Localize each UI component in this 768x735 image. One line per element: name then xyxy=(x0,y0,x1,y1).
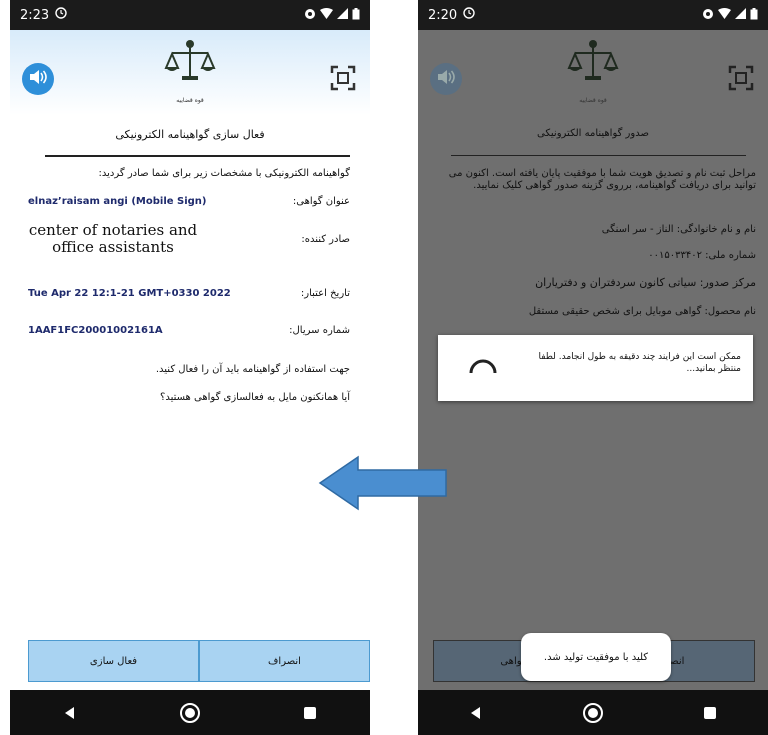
action-buttons: فعال سازی انصراف xyxy=(28,640,370,682)
left-phone-screen: 2:23 قوه قضاییه فعال سازی گواهینامه الکت… xyxy=(10,0,370,735)
clock-icon xyxy=(55,7,67,23)
field-label: شماره سریال: xyxy=(289,325,350,336)
home-icon[interactable] xyxy=(176,699,204,727)
field-label: تاریخ اعتبار: xyxy=(300,288,350,299)
field-row-validity-date: Tue Apr 22 12:1-21 GMT+0330 2022 تاریخ ا… xyxy=(28,288,350,299)
activation-question: آیا همانکنون مایل به فعالسازی گواهی هستی… xyxy=(160,392,350,403)
product-line: نام محصول: گواهی موبایل برای شخص حقیقی م… xyxy=(528,306,756,317)
national-id-line: شماره ملی: ۰۰۱۵۰۳۳۴۰۲ xyxy=(648,250,756,261)
recents-icon[interactable] xyxy=(696,699,724,727)
field-value: elnaz’raisam angi (Mobile Sign) xyxy=(28,196,207,207)
page-title: فعال سازی گواهینامه الکترونیکی xyxy=(115,128,265,141)
field-value: center of notaries and office assistants xyxy=(28,221,198,256)
logo-caption: قوه قضاییه xyxy=(579,97,607,104)
clock-icon xyxy=(463,7,475,23)
status-time: 2:23 xyxy=(20,7,50,23)
speaker-icon xyxy=(436,68,456,90)
field-label: صادر کننده: xyxy=(301,233,350,245)
app-header: قوه قضاییه xyxy=(418,30,768,115)
speaker-icon xyxy=(28,68,48,90)
scan-icon xyxy=(330,65,356,95)
scan-button[interactable] xyxy=(728,65,754,91)
field-row-certificate-title: elnaz’raisam angi (Mobile Sign) عنوان گو… xyxy=(28,196,350,207)
data-saver-icon xyxy=(304,8,316,23)
success-toast: کلید با موفقیت تولید شد. xyxy=(521,633,671,681)
title-divider xyxy=(451,155,746,156)
battery-icon xyxy=(750,7,758,23)
issuer-line: مرکز صدور: سیاتی کانون سردفتران و دفتریا… xyxy=(535,276,756,289)
wifi-icon xyxy=(718,8,731,22)
intro-text: مراحل ثبت نام و تصدیق هویت شما با موفقیت… xyxy=(448,168,756,191)
navigation-bar xyxy=(418,690,768,735)
scan-icon xyxy=(728,65,754,95)
field-label: عنوان گواهی: xyxy=(292,196,350,207)
right-phone-screen: 2:20 قوه قضاییه صدور گواهینامه الکترونیک… xyxy=(418,0,768,735)
cancel-button[interactable]: انصراف xyxy=(199,640,370,682)
wifi-icon xyxy=(320,8,333,22)
activation-note: جهت استفاده از گواهینامه باید آن را فعال… xyxy=(155,364,350,375)
signal-icon xyxy=(337,8,348,22)
logo-caption: قوه قضاییه xyxy=(176,97,204,104)
status-time: 2:20 xyxy=(428,7,458,23)
judiciary-logo: قوه قضاییه xyxy=(563,38,623,104)
scan-button[interactable] xyxy=(330,65,356,91)
field-value: Tue Apr 22 12:1-21 GMT+0330 2022 xyxy=(28,288,231,299)
navigation-bar xyxy=(10,690,370,735)
dialog-message: ممکن است این فرایند چند دقیقه به طول انج… xyxy=(538,352,741,374)
back-icon[interactable] xyxy=(462,699,490,727)
page-title: صدور گواهینامه الکترونیکی xyxy=(537,128,649,139)
back-icon[interactable] xyxy=(56,699,84,727)
loading-spinner-icon xyxy=(468,353,498,383)
home-icon[interactable] xyxy=(579,699,607,727)
signal-icon xyxy=(735,8,746,22)
activate-button[interactable]: فعال سازی xyxy=(28,640,199,682)
judiciary-logo: قوه قضاییه xyxy=(160,38,220,104)
status-bar: 2:20 xyxy=(418,0,768,30)
speaker-button[interactable] xyxy=(22,63,54,95)
recents-icon[interactable] xyxy=(296,699,324,727)
title-divider xyxy=(45,155,350,157)
data-saver-icon xyxy=(702,8,714,23)
field-row-issuer: center of notaries and office assistants… xyxy=(28,222,350,256)
field-row-serial: 1AAF1FC20001002161A شماره سریال: xyxy=(28,325,350,336)
field-value: 1AAF1FC20001002161A xyxy=(28,325,163,336)
status-bar: 2:23 xyxy=(10,0,370,30)
intro-text: گواهینامه الکترونیکی با مشخصات زیر برای … xyxy=(98,168,350,179)
progress-dialog: ممکن است این فرایند چند دقیقه به طول انج… xyxy=(438,335,753,401)
app-header: قوه قضاییه xyxy=(10,30,370,115)
left-arrow-icon xyxy=(318,455,448,511)
speaker-button[interactable] xyxy=(430,63,462,95)
name-line: نام و نام خانوادگی: الناز - سر اسنگی xyxy=(601,224,756,235)
battery-icon xyxy=(352,7,360,23)
